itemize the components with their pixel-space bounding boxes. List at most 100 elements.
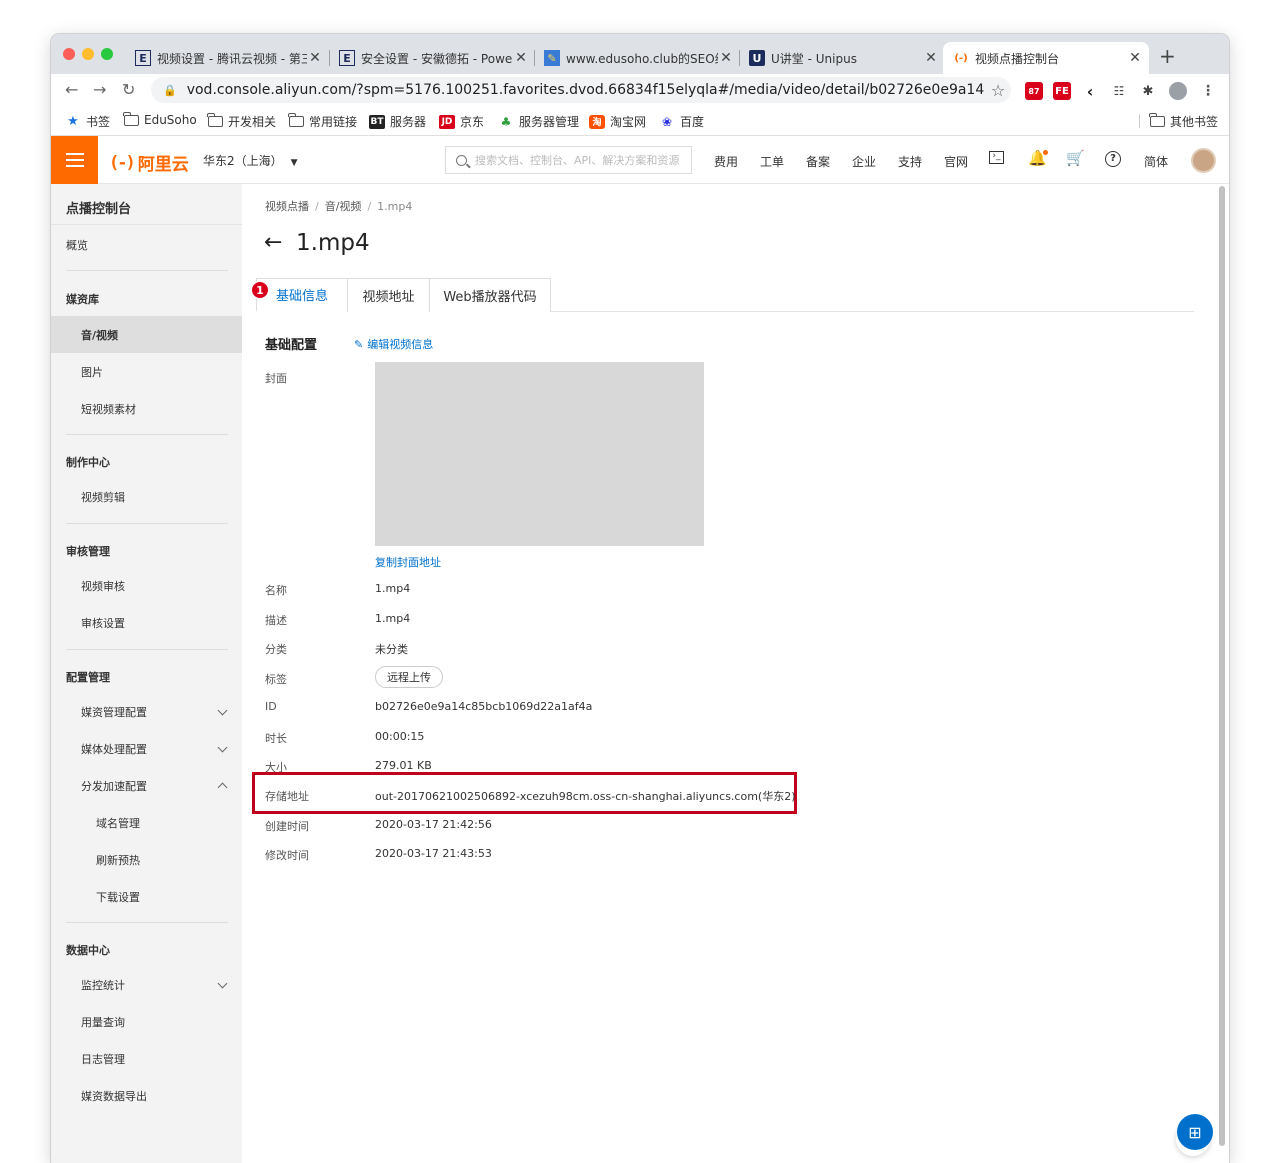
chevron-up-icon xyxy=(217,782,228,793)
browser-tab-4[interactable]: U U讲堂 - Unipus ✕ xyxy=(747,42,939,74)
help-icon[interactable]: ? xyxy=(1105,151,1121,167)
sidebar-item-images[interactable]: 图片 xyxy=(51,353,242,390)
quick-apps-grid-icon[interactable]: ⊞ xyxy=(1177,1114,1213,1150)
detail-tabs: 基础信息 视频地址 Web播放器代码 xyxy=(256,276,1194,312)
bookmark-star-icon[interactable]: ☆ xyxy=(985,81,1011,100)
console-search-input[interactable]: 搜索文档、控制台、API、解决方案和资源 xyxy=(445,146,692,174)
nav-link-enterprise[interactable]: 企业 xyxy=(852,153,876,170)
field-value-category: 未分类 xyxy=(375,643,408,656)
close-window-button[interactable] xyxy=(63,48,75,60)
nav-link-ticket[interactable]: 工单 xyxy=(760,153,784,170)
folder-icon xyxy=(123,111,139,127)
sidebar-section-data: 数据中心 xyxy=(66,944,110,957)
field-value-duration: 00:00:15 xyxy=(375,730,425,743)
tab-video-url[interactable]: 视频地址 xyxy=(347,278,430,312)
avatar[interactable] xyxy=(1191,148,1216,173)
back-arrow-icon[interactable]: ← xyxy=(65,80,78,99)
extension-badge-icon[interactable]: 87 xyxy=(1025,82,1043,100)
breadcrumb-item[interactable]: 音/视频 xyxy=(325,200,362,213)
profile-icon[interactable] xyxy=(1169,82,1187,100)
tab-web-player-code[interactable]: Web播放器代码 xyxy=(429,278,551,312)
sidebar-item-media-config[interactable]: 媒资管理配置 xyxy=(51,693,242,730)
bookmark-item[interactable]: JD 京东 xyxy=(439,113,484,130)
chevron-down-icon xyxy=(217,705,228,716)
breadcrumb-current: 1.mp4 xyxy=(377,200,413,213)
bookmark-item[interactable]: ★ 书签 xyxy=(65,113,110,130)
breadcrumb-item[interactable]: 视频点播 xyxy=(265,200,309,213)
nav-link-beian[interactable]: 备案 xyxy=(806,153,830,170)
folder-icon xyxy=(288,113,304,129)
field-value-modified: 2020-03-17 21:43:53 xyxy=(375,847,492,860)
bookmark-item[interactable]: 淘淘宝网 xyxy=(589,113,646,130)
extension-list-icon[interactable]: ☷ xyxy=(1110,82,1128,100)
browser-tab-3[interactable]: ✎ www.edusoho.club的SEO综 ✕ xyxy=(542,42,734,74)
sidebar-item-download[interactable]: 下载设置 xyxy=(51,878,242,915)
browser-tab-active[interactable]: (-) 视频点播控制台 ✕ xyxy=(943,42,1149,74)
sidebar-item-cdn-config[interactable]: 分发加速配置 xyxy=(51,767,242,804)
reload-icon[interactable]: ↻ xyxy=(122,80,135,99)
nav-link-support[interactable]: 支持 xyxy=(898,153,922,170)
bookmark-item[interactable]: ❀ 百度 xyxy=(659,113,704,130)
sidebar-item-domain[interactable]: 域名管理 xyxy=(51,804,242,841)
copy-cover-url-link[interactable]: 复制封面地址 xyxy=(375,554,441,570)
region-selector[interactable]: 华东2（上海） ▼ xyxy=(203,152,298,169)
nav-link-fee[interactable]: 费用 xyxy=(714,153,738,170)
url-text: vod.console.aliyun.com/?spm=5176.100251.… xyxy=(186,82,985,98)
language-switch[interactable]: 简体 xyxy=(1144,153,1168,170)
bt-icon: BT xyxy=(369,114,385,129)
sidebar-item-refresh[interactable]: 刷新预热 xyxy=(51,841,242,878)
sidebar-title: 点播控制台 xyxy=(66,202,132,217)
bookmark-item[interactable]: 常用链接 xyxy=(288,113,357,130)
tab-title: 安全设置 - 安徽德拓 - Power xyxy=(361,51,513,66)
bookmark-item[interactable]: ♣ 服务器管理 xyxy=(498,113,579,130)
bookmark-item[interactable]: BT 服务器 xyxy=(369,113,426,130)
nav-link-official[interactable]: 官网 xyxy=(944,153,968,170)
aliyun-logo[interactable]: (-) 阿里云 xyxy=(109,150,189,176)
close-tab-icon[interactable]: ✕ xyxy=(307,50,323,66)
zoom-window-button[interactable] xyxy=(101,48,113,60)
extension-chevron-icon[interactable]: ‹ xyxy=(1081,82,1099,101)
field-label: 分类 xyxy=(265,643,287,656)
close-tab-icon[interactable]: ✕ xyxy=(923,50,939,66)
terminal-icon[interactable]: ›_ xyxy=(989,151,1004,164)
extension-fe-icon[interactable]: FE xyxy=(1053,82,1071,100)
tab-title: www.edusoho.club的SEO综 xyxy=(566,51,718,66)
close-tab-icon[interactable]: ✕ xyxy=(1127,50,1143,66)
browser-menu-icon[interactable]: ⋮ xyxy=(1199,82,1217,100)
menu-hamburger-icon[interactable] xyxy=(51,136,98,184)
breadcrumb: 视频点播 / 音/视频/1.mp4 xyxy=(265,200,413,213)
browser-tab-2[interactable]: E 安全设置 - 安徽德拓 - Power ✕ xyxy=(337,42,529,74)
sidebar-item-audio-video[interactable]: 音/视频 xyxy=(51,316,242,353)
extensions-puzzle-icon[interactable]: ✱ xyxy=(1139,82,1157,100)
cart-icon[interactable]: 🛒 xyxy=(1066,149,1085,167)
minimize-window-button[interactable] xyxy=(82,48,94,60)
edit-video-info-link[interactable]: ✎ 编辑视频信息 xyxy=(354,336,433,352)
forward-arrow-icon[interactable]: → xyxy=(93,80,106,99)
other-bookmarks[interactable]: 其他书签 xyxy=(1149,113,1218,130)
sidebar-item-logs[interactable]: 日志管理 xyxy=(51,1040,242,1077)
close-tab-icon[interactable]: ✕ xyxy=(513,50,529,66)
sidebar-section-config: 配置管理 xyxy=(66,671,110,684)
new-tab-icon[interactable]: + xyxy=(1159,44,1176,68)
bookmark-item[interactable]: 开发相关 xyxy=(207,113,276,130)
back-arrow-icon[interactable]: ← xyxy=(264,230,282,255)
bookmark-item[interactable]: EduSoho xyxy=(123,111,197,127)
field-label: 时长 xyxy=(265,732,287,745)
tab-basic-info[interactable]: 基础信息 xyxy=(256,278,348,312)
sidebar-item-usage[interactable]: 用量查询 xyxy=(51,1003,242,1040)
sidebar-item-short-video[interactable]: 短视频素材 xyxy=(51,390,242,427)
sidebar-item-monitoring[interactable]: 监控统计 xyxy=(51,966,242,1003)
sidebar-item-overview[interactable]: 概览 xyxy=(51,226,242,263)
sidebar-item-export[interactable]: 媒资数据导出 xyxy=(51,1077,242,1114)
chevron-down-icon xyxy=(217,978,228,989)
page-scrollbar[interactable] xyxy=(1219,186,1225,1146)
sidebar-item-video-audit[interactable]: 视频审核 xyxy=(51,567,242,604)
close-tab-icon[interactable]: ✕ xyxy=(718,50,734,66)
url-bar[interactable]: 🔒 vod.console.aliyun.com/?spm=5176.10025… xyxy=(151,77,1011,103)
aliyun-logo-icon: (-) xyxy=(109,152,136,173)
sidebar-item-video-edit[interactable]: 视频剪辑 xyxy=(51,478,242,515)
sidebar-item-processing-config[interactable]: 媒体处理配置 xyxy=(51,730,242,767)
browser-tab-1[interactable]: E 视频设置 - 腾讯云视频 - 第三 ✕ xyxy=(131,42,323,74)
sidebar-item-audit-settings[interactable]: 审核设置 xyxy=(51,604,242,641)
address-bar-row: ← → ↻ 🔒 vod.console.aliyun.com/?spm=5176… xyxy=(51,74,1229,106)
